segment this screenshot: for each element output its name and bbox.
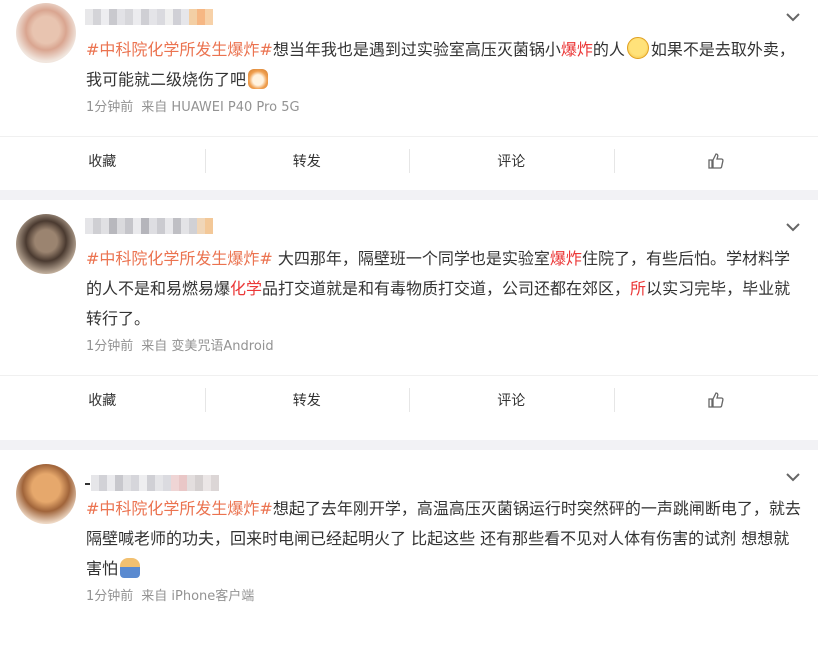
favorite-label: 收藏 (88, 390, 116, 410)
post-time[interactable]: 1分钟前 (86, 589, 133, 604)
username[interactable] (85, 9, 213, 25)
favorite-button[interactable]: 收藏 (0, 376, 205, 424)
comment-label: 评论 (497, 390, 525, 410)
avatar[interactable] (16, 214, 76, 274)
post-meta: 1分钟前来自 变美咒语Android (86, 337, 818, 357)
repost-label: 转发 (293, 390, 321, 410)
shy-face-icon (627, 37, 649, 59)
weibo-feed: #中科院化学所发生爆炸#想当年我也是遇到过实验室高压灭菌锅小爆炸的人如果不是去取… (0, 0, 818, 650)
repost-button[interactable]: 转发 (205, 376, 410, 424)
topic-link[interactable]: #中科院化学所发生爆炸# (86, 499, 273, 518)
keyword-highlight: 爆炸 (561, 40, 593, 59)
keyword-highlight: 化学 (230, 279, 262, 298)
keyword-highlight: 爆炸 (550, 249, 582, 268)
username[interactable] (85, 475, 219, 491)
favorite-label: 收藏 (88, 151, 116, 171)
comment-button[interactable]: 评论 (409, 137, 614, 185)
post-text: 品打交道就是和有毒物质打交道，公司还都在郊区， (262, 279, 630, 298)
avatar[interactable] (16, 3, 76, 63)
post-time[interactable]: 1分钟前 (86, 339, 133, 354)
comment-label: 评论 (497, 151, 525, 171)
chevron-down-icon[interactable] (784, 218, 802, 236)
post-card: #中科院化学所发生爆炸# 大四那年，隔壁班一个同学也是实验室爆炸住院了，有些后怕… (0, 200, 818, 440)
favorite-button[interactable]: 收藏 (0, 137, 205, 185)
post-source: 来自 变美咒语Android (141, 339, 273, 354)
cat-face-icon (248, 69, 268, 89)
post-time[interactable]: 1分钟前 (86, 100, 133, 115)
post-text: 的人 (593, 40, 625, 59)
chevron-down-icon[interactable] (784, 8, 802, 26)
keyword-highlight: 所 (630, 279, 646, 298)
person-emoji-icon (120, 558, 140, 578)
topic-link[interactable]: #中科院化学所发生爆炸# (86, 40, 273, 59)
post-source: 来自 iPhone客户端 (141, 589, 254, 604)
post-body: #中科院化学所发生爆炸#想起了去年刚开学，高温高压灭菌锅运行时突然砰的一声跳闸断… (0, 450, 818, 607)
post-body: #中科院化学所发生爆炸#想当年我也是遇到过实验室高压灭菌锅小爆炸的人如果不是去取… (0, 0, 818, 185)
like-button[interactable] (614, 137, 818, 185)
post-card: #中科院化学所发生爆炸#想起了去年刚开学，高温高压灭菌锅运行时突然砰的一声跳闸断… (0, 450, 818, 650)
thumbs-up-icon (707, 391, 725, 409)
post-meta: 1分钟前来自 iPhone客户端 (86, 587, 818, 607)
post-text: 想当年我也是遇到过实验室高压灭菌锅小 (273, 40, 561, 59)
comment-button[interactable]: 评论 (409, 376, 614, 424)
action-bar: 收藏 转发 评论 (0, 375, 818, 424)
chevron-down-icon[interactable] (784, 468, 802, 486)
action-bar: 收藏 转发 评论 (0, 136, 818, 185)
post-card: #中科院化学所发生爆炸#想当年我也是遇到过实验室高压灭菌锅小爆炸的人如果不是去取… (0, 0, 818, 190)
like-button[interactable] (614, 376, 818, 424)
repost-label: 转发 (293, 151, 321, 171)
post-meta: 1分钟前来自 HUAWEI P40 Pro 5G (86, 98, 818, 118)
post-text: 大四那年，隔壁班一个同学也是实验室 (273, 249, 550, 268)
thumbs-up-icon (707, 152, 725, 170)
topic-link[interactable]: #中科院化学所发生爆炸# (86, 249, 273, 268)
repost-button[interactable]: 转发 (205, 137, 410, 185)
post-body: #中科院化学所发生爆炸# 大四那年，隔壁班一个同学也是实验室爆炸住院了，有些后怕… (0, 200, 818, 424)
avatar[interactable] (16, 464, 76, 524)
username[interactable] (85, 218, 213, 234)
post-source: 来自 HUAWEI P40 Pro 5G (141, 100, 299, 115)
